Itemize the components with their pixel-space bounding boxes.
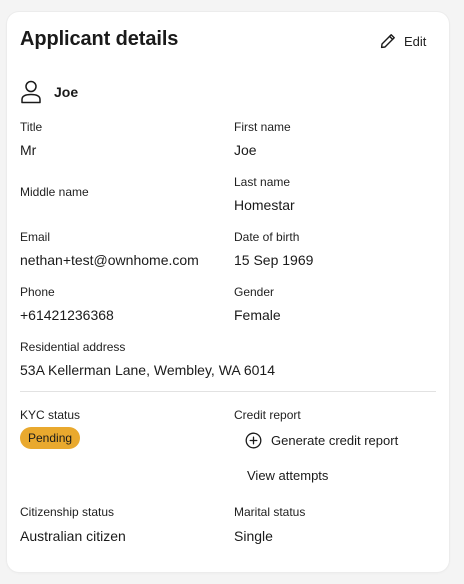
last-name-label: Last name — [234, 175, 291, 189]
generate-credit-report-button[interactable]: Generate credit report — [245, 432, 398, 449]
email-value: nethan+test@ownhome.com — [20, 252, 199, 268]
citizenship-value: Australian citizen — [20, 528, 126, 544]
last-name-value: Homestar — [234, 197, 295, 213]
pencil-icon — [380, 33, 396, 49]
kyc-status-badge: Pending — [20, 427, 81, 449]
card-title: Applicant details — [20, 28, 179, 50]
user-icon — [20, 80, 42, 104]
email-label: Email — [20, 230, 51, 244]
generate-credit-report-label: Generate credit report — [271, 433, 399, 448]
marital-label: Marital status — [234, 505, 306, 519]
edit-label: Edit — [404, 33, 427, 49]
dob-value: 15 Sep 1969 — [234, 252, 314, 268]
phone-label: Phone — [20, 285, 55, 299]
title-value: Mr — [20, 142, 37, 158]
title-label: Title — [20, 120, 43, 134]
marital-value: Single — [234, 528, 273, 544]
applicant-name: Joe — [54, 84, 79, 100]
section-divider — [20, 391, 436, 392]
address-label: Residential address — [20, 340, 126, 354]
gender-label: Gender — [234, 285, 275, 299]
edit-button[interactable]: Edit — [380, 32, 426, 50]
address-value: 53A Kellerman Lane, Wembley, WA 6014 — [20, 362, 275, 378]
credit-report-label: Credit report — [234, 408, 301, 422]
first-name-label: First name — [234, 120, 291, 134]
gender-value: Female — [234, 307, 281, 323]
citizenship-label: Citizenship status — [20, 505, 115, 519]
view-attempts-link[interactable]: View attempts — [247, 468, 328, 483]
dob-label: Date of birth — [234, 230, 300, 244]
applicant-details-card: Applicant details Edit Joe Title Mr Firs… — [7, 12, 449, 572]
phone-value: +61421236368 — [20, 307, 114, 323]
plus-circle-icon — [245, 432, 262, 449]
applicant-name-row: Joe — [20, 80, 78, 104]
kyc-status-label: KYC status — [20, 408, 81, 422]
first-name-value: Joe — [234, 142, 257, 158]
middle-name-label: Middle name — [20, 185, 89, 199]
